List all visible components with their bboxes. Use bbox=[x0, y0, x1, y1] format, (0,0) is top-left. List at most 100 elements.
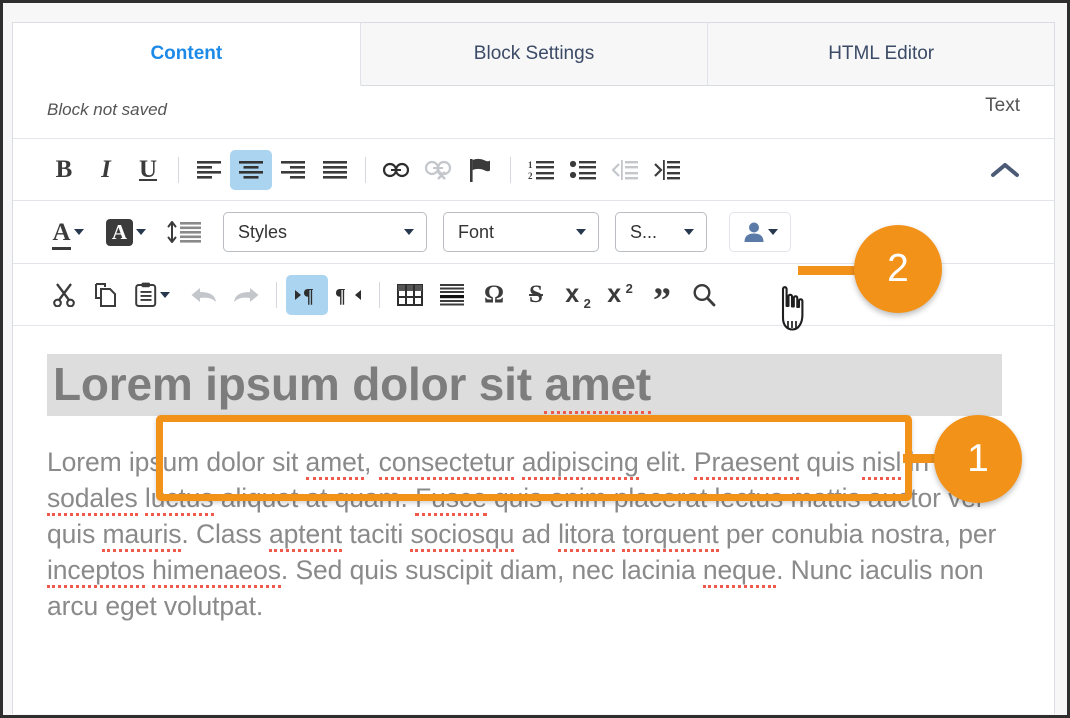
misspelled-word: inceptos bbox=[47, 555, 145, 588]
strikethrough-button[interactable]: S bbox=[515, 275, 557, 315]
svg-text:¶: ¶ bbox=[303, 285, 314, 306]
copy-button[interactable] bbox=[85, 275, 127, 315]
anchor-flag-icon bbox=[470, 158, 490, 182]
bold-button[interactable]: B bbox=[43, 150, 85, 190]
text-direction-rtl-button[interactable]: ¶ bbox=[328, 275, 370, 315]
toolbar-divider bbox=[365, 156, 366, 183]
tab-content[interactable]: Content bbox=[13, 23, 361, 86]
paste-button[interactable] bbox=[127, 275, 177, 315]
text-direction-ltr-icon: ¶ bbox=[295, 285, 314, 306]
chevron-down-icon bbox=[404, 229, 414, 235]
svg-text:2: 2 bbox=[528, 171, 533, 180]
chevron-down-icon bbox=[73, 229, 84, 235]
tab-block-settings[interactable]: Block Settings bbox=[360, 23, 709, 85]
heading-misspelled-word: amet bbox=[544, 358, 651, 414]
redo-button[interactable] bbox=[225, 275, 267, 315]
status-row: Block not saved Text bbox=[13, 86, 1054, 139]
anchor-flag-button[interactable] bbox=[459, 150, 501, 190]
misspelled-word: torquent bbox=[622, 519, 719, 552]
misspelled-word: neque bbox=[702, 555, 776, 588]
undo-button[interactable] bbox=[183, 275, 225, 315]
text-direction-rtl-icon: ¶ bbox=[335, 285, 361, 306]
toolbar-collapse-button[interactable] bbox=[984, 151, 1026, 189]
tab-block-settings-label: Block Settings bbox=[473, 43, 595, 64]
copy-icon bbox=[95, 282, 116, 307]
size-select-value: S... bbox=[630, 221, 658, 242]
misspelled-word: aptent bbox=[268, 519, 342, 552]
heading-block[interactable]: Lorem ipsum dolor sit amet bbox=[47, 354, 1002, 416]
user-icon bbox=[744, 222, 763, 242]
editor-content-area[interactable]: Lorem ipsum dolor sit amet Lorem ipsum d… bbox=[13, 326, 1054, 646]
indent-button[interactable] bbox=[646, 150, 688, 190]
blockquote-button[interactable]: ” bbox=[641, 275, 683, 318]
misspelled-word: litora bbox=[558, 519, 615, 552]
subscript-button[interactable]: x 2 bbox=[557, 275, 599, 315]
horizontal-rule-button[interactable] bbox=[431, 275, 473, 315]
svg-text:¶: ¶ bbox=[335, 285, 346, 306]
styles-select[interactable]: Styles bbox=[223, 212, 427, 252]
line-height-button[interactable] bbox=[159, 212, 209, 252]
indent-icon bbox=[654, 159, 680, 180]
merge-field-button[interactable] bbox=[729, 212, 791, 252]
misspelled-word: Praesent bbox=[693, 447, 799, 480]
text-mode-toggle[interactable]: Text bbox=[985, 95, 1020, 117]
misspelled-word: consectetur bbox=[378, 447, 515, 480]
chevron-down-icon bbox=[136, 229, 146, 235]
toolbar-divider bbox=[510, 156, 511, 183]
background-color-button[interactable]: A bbox=[101, 212, 151, 252]
table-icon bbox=[397, 283, 423, 306]
search-button[interactable] bbox=[683, 275, 725, 315]
misspelled-word: Fusce bbox=[415, 483, 487, 516]
line-height-icon bbox=[167, 221, 201, 243]
toolbar-divider bbox=[379, 281, 380, 308]
toolbar-divider bbox=[178, 156, 179, 183]
align-left-button[interactable] bbox=[188, 150, 230, 190]
chevron-down-icon bbox=[684, 229, 694, 235]
special-character-icon: Ω bbox=[483, 281, 505, 308]
bulleted-list-button[interactable] bbox=[562, 150, 604, 190]
link-button[interactable] bbox=[375, 150, 417, 190]
annotation-badge-1: 1 bbox=[934, 415, 1022, 503]
outdent-icon bbox=[612, 159, 638, 180]
align-center-button[interactable] bbox=[230, 149, 272, 190]
underline-icon: U bbox=[138, 156, 158, 183]
superscript-button[interactable]: x 2 bbox=[599, 275, 641, 315]
text-direction-ltr-button[interactable]: ¶ bbox=[286, 274, 328, 315]
misspelled-word: sodales bbox=[47, 483, 138, 516]
redo-icon bbox=[234, 287, 259, 302]
special-character-button[interactable]: Ω bbox=[473, 275, 515, 315]
table-button[interactable] bbox=[389, 275, 431, 315]
body-paragraph[interactable]: Lorem ipsum dolor sit amet, consectetur … bbox=[47, 444, 1037, 624]
align-left-icon bbox=[197, 160, 221, 179]
tab-content-label: Content bbox=[150, 43, 223, 64]
outdent-button[interactable] bbox=[604, 150, 646, 190]
subscript-marker: 2 bbox=[583, 296, 591, 311]
align-right-button[interactable] bbox=[272, 150, 314, 190]
italic-button[interactable]: I bbox=[85, 150, 127, 190]
cut-button[interactable] bbox=[43, 275, 85, 315]
block-save-status: Block not saved bbox=[47, 100, 168, 119]
size-select[interactable]: S... bbox=[615, 212, 707, 252]
numbered-list-button[interactable]: 1 2 bbox=[520, 150, 562, 190]
tab-html-editor[interactable]: HTML Editor bbox=[708, 23, 1054, 85]
numbered-list-icon: 1 2 bbox=[528, 160, 554, 180]
undo-icon bbox=[191, 287, 216, 302]
body-paragraph-text: Lorem ipsum dolor sit amet, consectetur … bbox=[47, 447, 1001, 621]
subscript-icon: x bbox=[565, 280, 580, 308]
misspelled-word: himenaeos bbox=[152, 555, 281, 588]
background-color-icon: A bbox=[106, 218, 133, 246]
link-icon bbox=[383, 162, 409, 177]
font-select[interactable]: Font bbox=[443, 212, 599, 252]
align-justify-button[interactable] bbox=[314, 150, 356, 190]
cut-icon bbox=[53, 282, 75, 307]
misspelled-word: amet bbox=[305, 447, 364, 480]
misspelled-word: sociosqu bbox=[410, 519, 514, 552]
unlink-button[interactable] bbox=[417, 150, 459, 190]
page-heading[interactable]: Lorem ipsum dolor sit amet bbox=[47, 354, 1002, 416]
align-right-icon bbox=[281, 160, 305, 179]
text-color-button[interactable]: A bbox=[43, 212, 93, 252]
chevron-up-icon bbox=[991, 163, 1019, 177]
unlink-icon bbox=[425, 160, 451, 180]
toolbar-row-formatting: B I U 1 2 bbox=[13, 139, 1054, 201]
underline-button[interactable]: U bbox=[127, 150, 169, 190]
